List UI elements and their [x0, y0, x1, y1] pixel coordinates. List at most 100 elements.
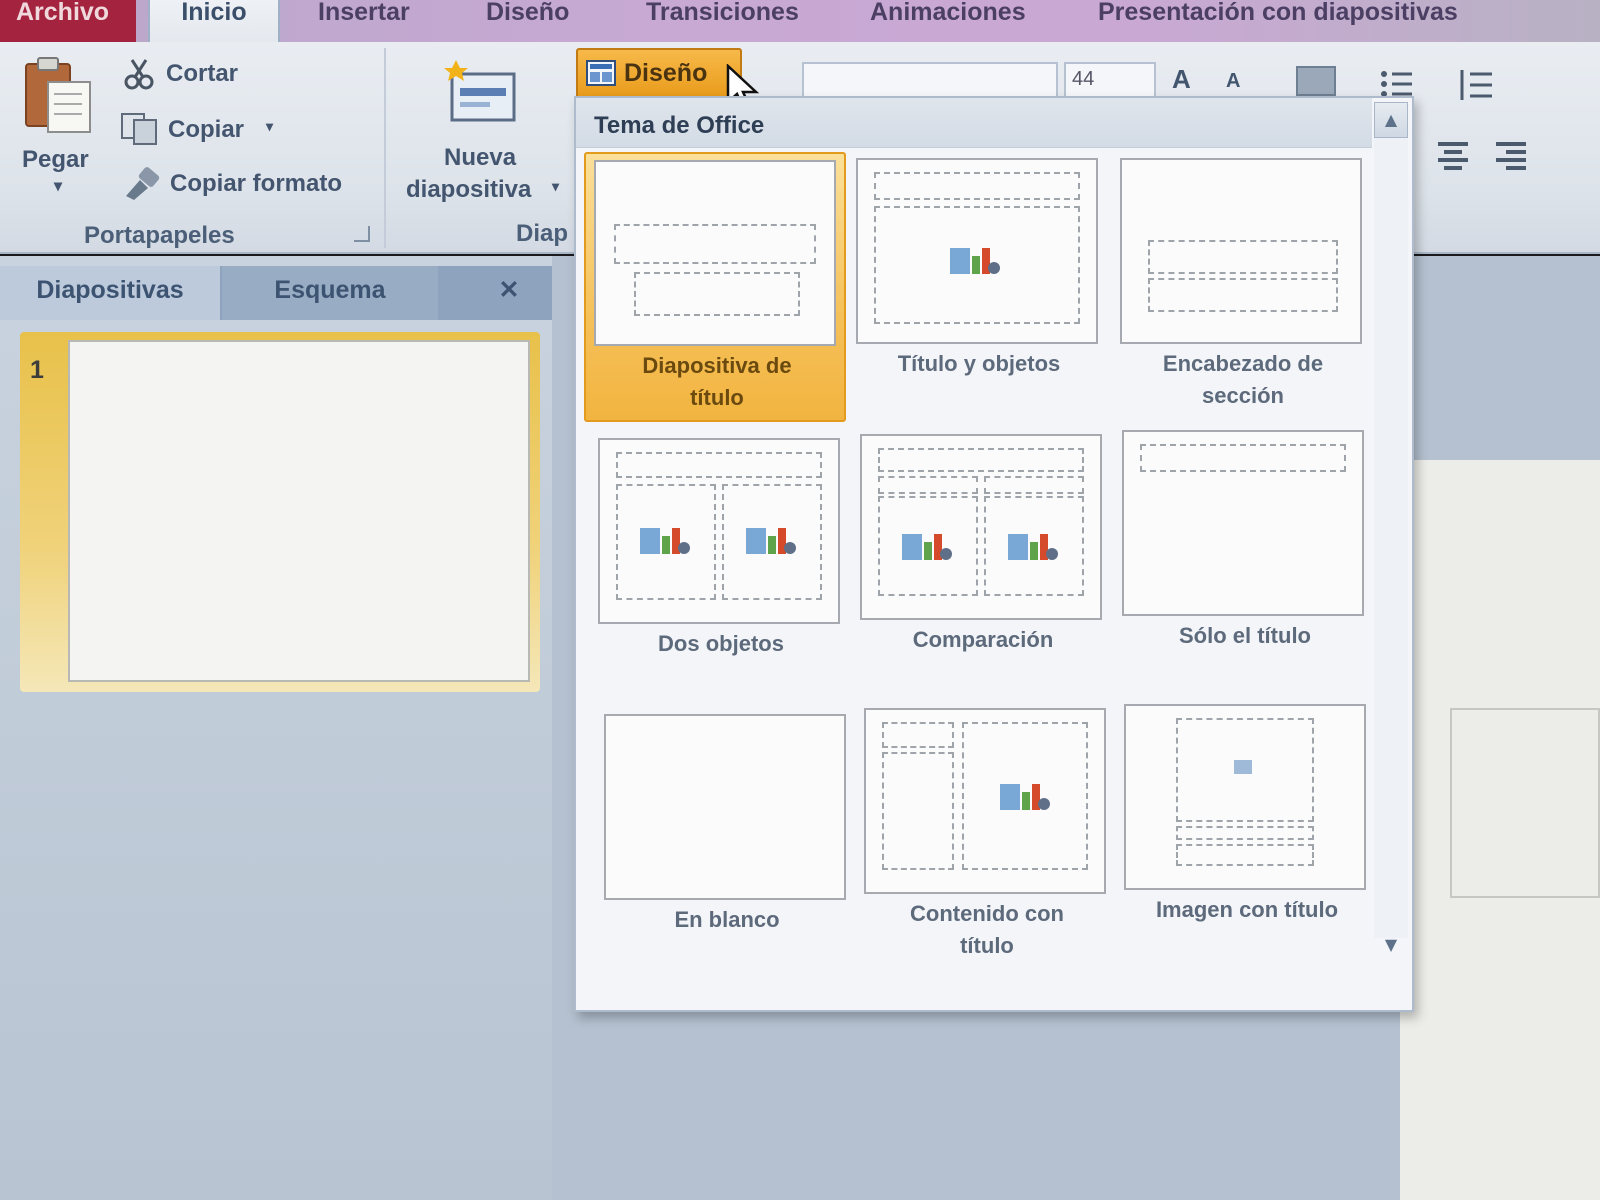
layout-section-header[interactable]: Encabezado de sección [1112, 152, 1374, 422]
tab-transitions[interactable]: Transiciones [646, 0, 799, 40]
layout-title-and-content[interactable]: Título y objetos [848, 152, 1110, 422]
layout-label-line1: Contenido con [910, 901, 1064, 926]
placeholder-heading-left [878, 476, 978, 494]
placeholder-text [1148, 278, 1338, 312]
layout-thumbnail [594, 160, 836, 346]
scroll-down-icon[interactable]: ▼ [1374, 928, 1408, 964]
layout-label-line1: Comparación [912, 627, 1054, 652]
gallery-scrollbar[interactable] [1374, 138, 1408, 938]
layout-two-content[interactable]: Dos objetos [590, 432, 852, 702]
layout-label: Encabezado de sección [1112, 348, 1374, 412]
cut-button[interactable]: Cortar [166, 60, 238, 88]
format-painter-button[interactable]: Copiar formato [170, 170, 342, 198]
tab-file[interactable]: Archivo [0, 0, 136, 42]
font-size-combobox[interactable]: 44 [1064, 62, 1156, 98]
layout-label-line1: Encabezado de [1162, 351, 1324, 376]
layout-label-line1: Título y objetos [897, 351, 1061, 376]
font-name-combobox[interactable] [802, 62, 1058, 98]
placeholder-title [614, 224, 816, 264]
new-slide-label-line2[interactable]: diapositiva [406, 176, 531, 204]
layout-blank[interactable]: En blanco [596, 708, 858, 978]
placeholder-title [874, 172, 1080, 200]
layout-label-line1: Dos objetos [658, 631, 784, 656]
layout-picture-with-caption[interactable]: Imagen con título [1116, 698, 1378, 968]
slide-thumbnail-selected[interactable]: 1 [20, 332, 540, 692]
placeholder-title [1176, 826, 1314, 840]
layout-title-only[interactable]: Sólo el título [1114, 424, 1376, 694]
content-objects-icon [902, 534, 952, 560]
layout-button-label: Diseño [624, 59, 708, 87]
paste-icon[interactable] [22, 56, 94, 136]
group-separator [384, 48, 386, 248]
layout-label: Contenido con título [856, 898, 1118, 962]
layout-title-slide[interactable]: Diapositiva de título [584, 152, 846, 422]
tab-home[interactable]: Inicio [148, 0, 280, 46]
new-slide-dropdown-arrow[interactable]: ▾ [552, 178, 559, 195]
slide-number: 1 [30, 356, 44, 384]
layout-thumbnail [1120, 158, 1362, 344]
powerpoint-window: Archivo Inicio Insertar Diseño Transicio… [0, 0, 1600, 1200]
grow-font-icon[interactable]: A [1172, 64, 1191, 95]
slide-edit-area[interactable] [1400, 460, 1600, 1200]
tab-slides[interactable]: Diapositivas [0, 266, 220, 320]
scroll-up-icon[interactable]: ▲ [1374, 102, 1408, 138]
placeholder-content-left [878, 496, 978, 596]
slides-group-label: Diap [516, 220, 569, 247]
copy-icon [120, 112, 160, 146]
layout-thumbnail [856, 158, 1098, 344]
layout-content-with-caption[interactable]: Contenido con título [856, 702, 1118, 972]
layout-label: En blanco [596, 904, 858, 936]
layout-label-line2: título [690, 385, 744, 410]
layout-gallery: Tema de Office ▲ ▼ Diapositiva de título [574, 96, 1414, 1012]
dialog-launcher-icon[interactable] [354, 226, 370, 242]
paste-dropdown-arrow[interactable]: ▾ [54, 176, 62, 196]
layout-label: Comparación [852, 624, 1114, 656]
layout-label: Dos objetos [590, 628, 852, 660]
scissors-icon [124, 58, 154, 90]
align-right-icon[interactable] [1494, 140, 1528, 170]
tab-design[interactable]: Diseño [486, 0, 569, 40]
font-size-value: 44 [1072, 68, 1095, 90]
placeholder-content-left [616, 484, 716, 600]
numbering-icon[interactable] [1458, 68, 1494, 102]
new-slide-label-line1[interactable]: Nueva [444, 144, 516, 172]
copy-button[interactable]: Copiar [168, 116, 244, 144]
content-objects-icon [640, 528, 690, 554]
content-objects-icon [1000, 784, 1050, 810]
placeholder-subtitle [634, 272, 800, 316]
layout-label: Sólo el título [1114, 620, 1376, 652]
layout-button[interactable]: Diseño [576, 48, 760, 112]
gallery-header: Tema de Office [576, 98, 1372, 148]
clear-format-icon[interactable] [1296, 66, 1336, 96]
shrink-font-icon[interactable]: A [1226, 70, 1240, 93]
tab-slideshow[interactable]: Presentación con diapositivas [1098, 0, 1458, 40]
clipboard-group-label: Portapapeles [84, 222, 235, 249]
tab-outline[interactable]: Esquema [222, 266, 438, 320]
layout-label-line1: Diapositiva de [642, 353, 792, 378]
close-pane-icon[interactable]: ✕ [474, 266, 544, 320]
layout-label: Título y objetos [848, 348, 1110, 380]
content-objects-icon [950, 248, 1000, 274]
layout-thumbnail [598, 438, 840, 624]
paste-button[interactable]: Pegar [22, 146, 89, 174]
layout-comparison[interactable]: Comparación [852, 428, 1114, 698]
tab-insert[interactable]: Insertar [318, 0, 410, 40]
placeholder-title [1148, 240, 1338, 274]
layout-label: Diapositiva de título [586, 350, 848, 414]
align-center-icon[interactable] [1436, 140, 1470, 170]
slide-placeholder-edge [1450, 708, 1600, 898]
slide-thumbnail[interactable] [68, 340, 530, 682]
placeholder-heading-right [984, 476, 1084, 494]
copy-dropdown-arrow[interactable]: ▾ [266, 118, 273, 135]
layout-thumbnail [864, 708, 1106, 894]
placeholder-title [616, 452, 822, 478]
picture-icon [1234, 760, 1252, 774]
layout-label-line2: sección [1202, 383, 1284, 408]
content-objects-icon [1008, 534, 1058, 560]
layout-thumbnail [1124, 704, 1366, 890]
new-slide-icon[interactable] [440, 58, 520, 126]
layout-label-line2: título [960, 933, 1014, 958]
tab-animations[interactable]: Animaciones [870, 0, 1026, 40]
placeholder-picture [1176, 718, 1314, 822]
placeholder-title [878, 448, 1084, 472]
